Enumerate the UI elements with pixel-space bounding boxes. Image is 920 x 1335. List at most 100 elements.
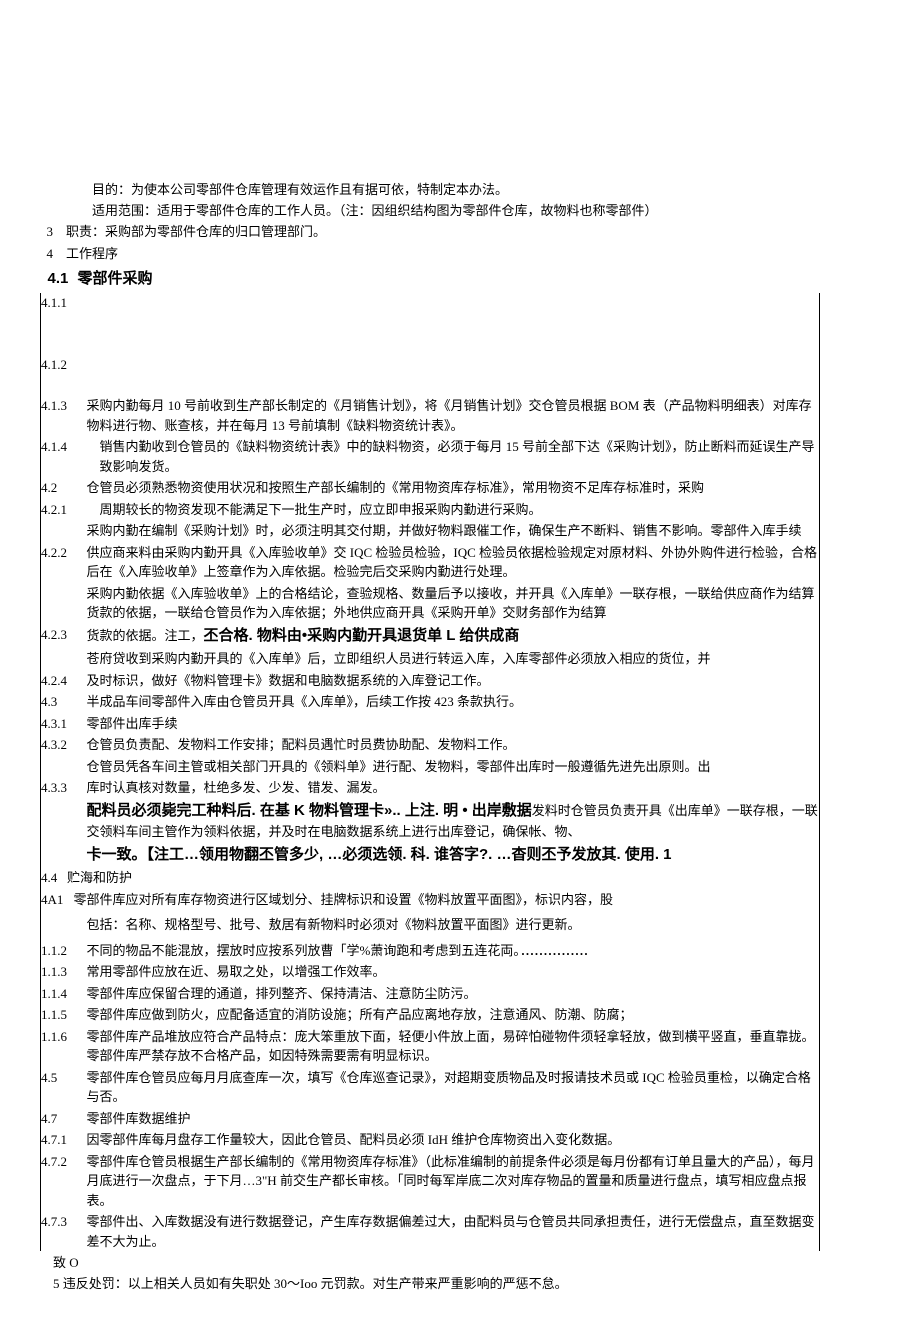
item-433: 4.3.3 库时认真核对数量，杜绝多发、少发、错发、漏发。: [41, 778, 819, 798]
num-414: 4.1.4: [41, 437, 87, 457]
section-4: 4 工作程序: [40, 244, 880, 265]
num-4: 4: [40, 244, 66, 265]
item-4a1: 4A1 零部件库应对所有库存物资进行区域划分、挂牌标识和设置《物料放置平面图》，…: [41, 890, 819, 910]
text-3: 职责：采购部为零部件仓库的归口管理部门。: [66, 222, 880, 243]
item-413: 4.1.3 采购内勤每月 10 号前收到生产部长制定的《月销售计划》，将《月销售…: [41, 396, 819, 435]
text-433d: 卡一致。【注工…领用物翻丕管多少, …必须选领. 科. 谁答字?. …杳则丕予发…: [87, 844, 820, 867]
text-4a1b: 包括：名称、规格型号、批号、敖居有新物料时必须对《物料放置平面图》进行更新。: [87, 915, 820, 935]
num-412: 4.1.2: [41, 355, 87, 375]
num-421: 4.2.1: [41, 500, 87, 520]
section-4-1: 4.1 零部件采购: [40, 267, 880, 291]
purpose-line: 目的：为使本公司零部件仓库管理有效运作且有据可依，特制定本办法。: [40, 180, 880, 201]
text-432a: 仓管员负责配、发物料工作安排；配料员遇忙时员费协助配、发物料工作。: [87, 735, 820, 755]
item-45: 4.5 零部件库仓管员应每月月底查库一次，填写《仓库巡查记录》，对超期变质物品及…: [41, 1068, 819, 1107]
num-45: 4.5: [41, 1068, 87, 1088]
item-47: 4.7 零部件库数据维护: [41, 1109, 819, 1129]
section-5: 5 违反处罚：以上相关人员如有失职处 30〜Ioo 元罚款。对生产带来严重影响的…: [40, 1274, 880, 1295]
num-115: 1.1.5: [41, 1005, 87, 1025]
num-4-1: 4.1: [40, 267, 78, 291]
item-112: 1.1.2 不同的物品不能混放，摆放时应按系列放曹「学%萧询跑和考虑到五连花両。: [41, 941, 819, 961]
dots-icon: [520, 943, 594, 958]
item-431: 4.3.1 零部件出库手续: [41, 714, 819, 734]
num-4a1: 4A1: [41, 890, 74, 910]
text-433bc: 配料员必须毙完工种料后. 在基 K 物料管理卡».. 上注. 明 • 出岸敷据发…: [87, 800, 820, 842]
item-424: 4.2.4 及时标识，做好《物料管理卡》数据和电脑数据系统的入库登记工作。: [41, 671, 819, 691]
item-412: 4.1.2: [41, 355, 819, 375]
num-112: 1.1.2: [41, 941, 87, 961]
text-431: 零部件出库手续: [87, 714, 820, 734]
item-433b: 配料员必须毙完工种料后. 在基 K 物料管理卡».. 上注. 明 • 出岸敷据发…: [41, 800, 819, 842]
text-113: 常用零部件应放在近、易取之处，以增强工作效率。: [87, 962, 820, 982]
num-47: 4.7: [41, 1109, 87, 1129]
text-45: 零部件库仓管员应每月月底查库一次，填写《仓库巡查记录》，对超期变质物品及时报请技…: [87, 1068, 820, 1107]
item-472: 4.7.2 零部件库仓管员根据生产部长编制的《常用物资库存标准》（此标准编制的前…: [41, 1152, 819, 1211]
num-116: 1.1.6: [41, 1027, 87, 1047]
item-115: 1.1.5 零部件库应做到防火，应配备适宜的消防设施；所有产品应离地存放，注意通…: [41, 1005, 819, 1025]
text-44: 贮海和防护: [67, 868, 819, 888]
item-432: 4.3.2 仓管员负责配、发物料工作安排；配料员遇忙时员费协助配、发物料工作。: [41, 735, 819, 755]
bordered-content: 4.1.1 4.1.2 4.1.3 采购内勤每月 10 号前收到生产部长制定的《…: [40, 293, 820, 1251]
item-421b: 采购内勤在编制《采购计划》时，必须注明其交付期，并做好物料跟催工作，确保生产不断…: [41, 521, 819, 541]
item-471: 4.7.1 因零部件库每月盘存工作量较大，因此仓管员、配料员必须 IdH 维护仓…: [41, 1130, 819, 1150]
text-42: 仓管员必须熟悉物资使用状况和按照生产部长编制的《常用物资库存标准》，常用物资不足…: [87, 478, 820, 498]
text-422b: 采购内勤依据《入库验收单》上的合格结论，查验规格、数量后予以接收，并开具《入库单…: [87, 584, 820, 623]
item-432b: 仓管员凭各车间主管或相关部门开具的《领料单》进行配、发物料，零部件出库时一般遵循…: [41, 757, 819, 777]
item-473: 4.7.3 零部件出、入库数据没有进行数据登记，产生库存数据偏差过大，由配料员与…: [41, 1212, 819, 1251]
section-3: 3 职责：采购部为零部件仓库的归口管理部门。: [40, 222, 880, 243]
item-423: 4.2.3 货款的依据。注工，丕合格. 物料由•采购内勤开具退货单 L 给供成商: [41, 625, 819, 648]
item-4a1b: 包括：名称、规格型号、批号、敖居有新物料时必须对《物料放置平面图》进行更新。: [41, 915, 819, 935]
num-473: 4.7.3: [41, 1212, 87, 1232]
scope-line: 适用范围：适用于零部件仓库的工作人员。（注：因组织结构图为零部件仓库，故物料也称…: [40, 201, 880, 222]
text-112: 不同的物品不能混放，摆放时应按系列放曹「学%萧询跑和考虑到五连花両。: [87, 941, 820, 961]
text-414: 销售内勤收到仓管员的《缺料物资统计表》中的缺料物资，必须于每月 15 号前全部下…: [87, 437, 820, 476]
text-473: 零部件出、入库数据没有进行数据登记，产生库存数据偏差过大，由配料员与仓管员共同承…: [87, 1212, 820, 1251]
num-114: 1.1.4: [41, 984, 87, 1004]
item-411: 4.1.1: [41, 293, 819, 313]
num-413: 4.1.3: [41, 396, 87, 416]
num-432: 4.3.2: [41, 735, 87, 755]
text-433b: 配料员必须毙完工种料后. 在基 K 物料管理卡».. 上注. 明 • 出岸敷据: [87, 802, 532, 819]
text-471: 因零部件库每月盘存工作量较大，因此仓管员、配料员必须 IdH 维护仓库物资出入变…: [87, 1130, 820, 1150]
num-44: 4.4: [41, 868, 67, 888]
item-114: 1.1.4 零部件库应保留合理的通道，排列整齐、保持清洁、注意防尘防污。: [41, 984, 819, 1004]
text-422a: 供应商来料由采购内勤开具《入库验收单》交 IQC 检验员检验，IQC 检验员依据…: [87, 543, 820, 582]
zo-line: 致 O: [40, 1253, 880, 1274]
item-414: 4.1.4 销售内勤收到仓管员的《缺料物资统计表》中的缺料物资，必须于每月 15…: [41, 437, 819, 476]
item-422: 4.2.2 供应商来料由采购内勤开具《入库验收单》交 IQC 检验员检验，IQC…: [41, 543, 819, 582]
text-115: 零部件库应做到防火，应配备适宜的消防设施；所有产品应离地存放，注意通风、防潮、防…: [87, 1005, 820, 1025]
text-433a: 库时认真核对数量，杜绝多发、少发、错发、漏发。: [87, 778, 820, 798]
num-472: 4.7.2: [41, 1152, 87, 1172]
text-4-1: 零部件采购: [78, 267, 881, 291]
text-4: 工作程序: [66, 244, 880, 265]
num-3: 3: [40, 222, 66, 243]
num-471: 4.7.1: [41, 1130, 87, 1150]
text-114: 零部件库应保留合理的通道，排列整齐、保持清洁、注意防尘防污。: [87, 984, 820, 1004]
item-422b: 采购内勤依据《入库验收单》上的合格结论，查验规格、数量后予以接收，并开具《入库单…: [41, 584, 819, 623]
item-113: 1.1.3 常用零部件应放在近、易取之处，以增强工作效率。: [41, 962, 819, 982]
num-424: 4.2.4: [41, 671, 87, 691]
text-421b: 采购内勤在编制《采购计划》时，必须注明其交付期，并做好物料跟催工作，确保生产不断…: [87, 521, 820, 541]
item-44: 4.4 贮海和防护: [41, 868, 819, 888]
num-42: 4.2: [41, 478, 87, 498]
num-431: 4.3.1: [41, 714, 87, 734]
num-433: 4.3.3: [41, 778, 87, 798]
item-42: 4.2 仓管员必须熟悉物资使用状况和按照生产部长编制的《常用物资库存标准》，常用…: [41, 478, 819, 498]
num-113: 1.1.3: [41, 962, 87, 982]
text-47: 零部件库数据维护: [87, 1109, 820, 1129]
num-423: 4.2.3: [41, 625, 87, 645]
text-421a: 周期较长的物资发现不能满足下一批生产时，应立即申报采购内勤进行采购。: [87, 500, 820, 520]
text-43: 半成品车间零部件入库由仓管员开具《入库单》，后续工作按 423 条款执行。: [87, 692, 820, 712]
item-423c: 苍府贷收到采购内勤开具的《入库单》后，立即组织人员进行转运入库，入库零部件必须放…: [41, 649, 819, 669]
num-411: 4.1.1: [41, 293, 87, 313]
text-423c: 苍府贷收到采购内勤开具的《入库单》后，立即组织人员进行转运入库，入库零部件必须放…: [87, 649, 820, 669]
text-472: 零部件库仓管员根据生产部长编制的《常用物资库存标准》（此标准编制的前提条件必须是…: [87, 1152, 820, 1211]
item-116: 1.1.6 零部件库产品堆放应符合产品特点：庞大笨重放下面，轻便小件放上面，易碎…: [41, 1027, 819, 1066]
item-433d: 卡一致。【注工…领用物翻丕管多少, …必须选领. 科. 谁答字?. …杳则丕予发…: [41, 844, 819, 867]
text-423b: 丕合格. 物料由•采购内勤开具退货单 L 给供成商: [204, 627, 520, 644]
text-424: 及时标识，做好《物料管理卡》数据和电脑数据系统的入库登记工作。: [87, 671, 820, 691]
item-421: 4.2.1 周期较长的物资发现不能满足下一批生产时，应立即申报采购内勤进行采购。: [41, 500, 819, 520]
text-432b: 仓管员凭各车间主管或相关部门开具的《领料单》进行配、发物料，零部件出库时一般遵循…: [87, 757, 820, 777]
text-413: 采购内勤每月 10 号前收到生产部长制定的《月销售计划》，将《月销售计划》交仓管…: [87, 396, 820, 435]
text-423: 货款的依据。注工，丕合格. 物料由•采购内勤开具退货单 L 给供成商: [87, 625, 820, 648]
text-4a1a: 零部件库应对所有库存物资进行区域划分、挂牌标识和设置《物料放置平面图》，标识内容…: [74, 890, 820, 910]
